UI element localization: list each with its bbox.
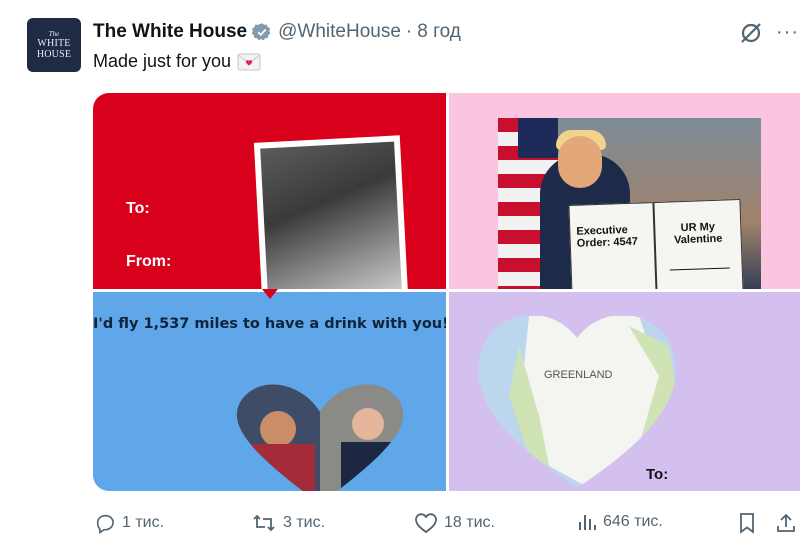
- tweet-header: The White House @WhiteHouse · 8 год: [93, 20, 461, 44]
- verified-icon[interactable]: [252, 22, 272, 42]
- views-count: 646 тис.: [603, 513, 663, 530]
- card3-caption: I'd fly 1,537 miles to have a drink with…: [93, 316, 446, 332]
- executive-order-document: Executive Order: 4547 UR My Valentine: [568, 199, 744, 289]
- reply-count: 1 тис.: [122, 514, 165, 531]
- author-name[interactable]: The White House: [93, 21, 247, 43]
- doc-right: UR My Valentine: [654, 200, 742, 289]
- repost-count: 3 тис.: [283, 514, 326, 531]
- views-button[interactable]: 646 тис.: [577, 512, 663, 532]
- like-button[interactable]: 18 тис.: [414, 512, 495, 534]
- card1-from-label: From:: [126, 253, 172, 270]
- reply-button[interactable]: 1 тис.: [94, 512, 164, 534]
- card-blue[interactable]: I'd fly 1,537 miles to have a drink with…: [93, 292, 446, 491]
- timestamp[interactable]: 8 год: [417, 21, 461, 43]
- reply-icon: [96, 514, 114, 534]
- card4-heart-map: GREENLAND: [478, 314, 676, 488]
- avatar[interactable]: The WHITE HOUSE: [27, 18, 81, 72]
- avatar-line1: The: [48, 30, 60, 38]
- card-purple[interactable]: GREENLAND To:: [449, 292, 800, 491]
- card3-heart-photo: [236, 384, 404, 491]
- media-grid[interactable]: To: From: Executive Order: 4547 UR My Va…: [93, 93, 800, 491]
- card1-to-label: To:: [126, 200, 150, 217]
- more-icon[interactable]: ···: [776, 20, 799, 44]
- bookmark-button[interactable]: [737, 512, 763, 534]
- author-handle[interactable]: @WhiteHouse: [278, 21, 401, 43]
- map-label: GREENLAND: [544, 369, 613, 381]
- action-bar: 1 тис. 3 тис. 18 тис. 646 тис.: [0, 505, 800, 541]
- repost-button[interactable]: 3 тис.: [251, 512, 325, 534]
- bookmark-icon: [740, 513, 754, 534]
- doc-left-text: Executive Order: 4547: [569, 203, 658, 289]
- separator-dot: ·: [405, 21, 413, 42]
- grok-icon[interactable]: [738, 20, 764, 46]
- tweet-text: Made just for you: [93, 51, 261, 72]
- avatar-line2: WHITE HOUSE: [36, 38, 72, 60]
- share-button[interactable]: [775, 512, 800, 534]
- like-count: 18 тис.: [444, 514, 495, 531]
- card-pink[interactable]: Executive Order: 4547 UR My Valentine: [449, 93, 800, 289]
- doc-right-text: UR My Valentine: [673, 220, 723, 247]
- card1-photo: [253, 135, 409, 289]
- tweet-body: Made just for you: [93, 51, 232, 71]
- card4-to-label: To:: [646, 466, 669, 483]
- signature: [668, 254, 730, 271]
- share-icon: [777, 513, 795, 532]
- card-red[interactable]: To: From:: [93, 93, 446, 289]
- card1-heart-notch: [262, 289, 278, 299]
- envelope-icon: [237, 53, 261, 71]
- repost-icon: [253, 514, 275, 532]
- like-icon: [415, 513, 437, 534]
- card2-photo: Executive Order: 4547 UR My Valentine: [498, 118, 761, 289]
- views-icon: [579, 515, 596, 530]
